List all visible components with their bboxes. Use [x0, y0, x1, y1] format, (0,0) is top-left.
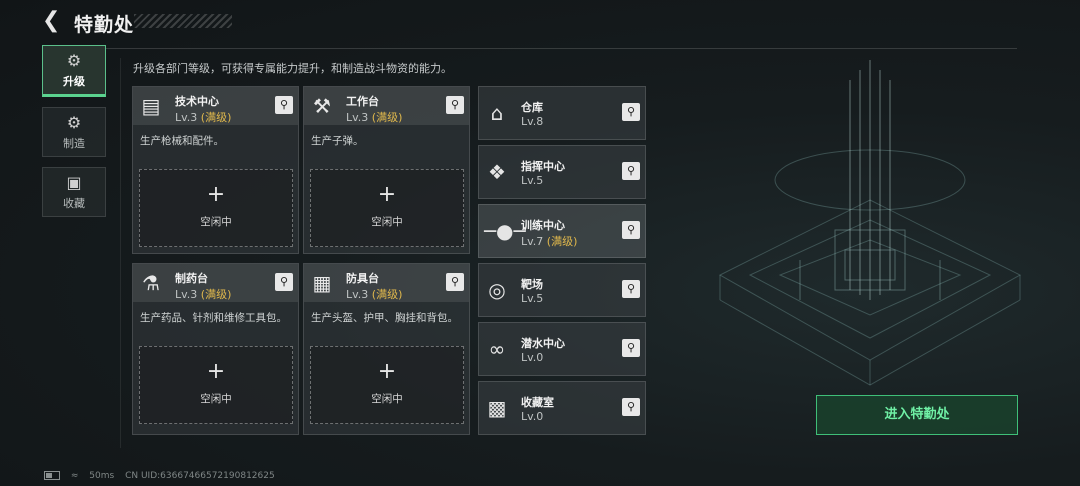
- goggles-icon: ∞: [488, 337, 506, 361]
- nav-item-collection[interactable]: ▣ 收藏: [42, 167, 106, 217]
- facility-card-diving[interactable]: ∞ 潜水中心 Lv.0 ⚲: [478, 322, 646, 376]
- target-icon: ◎: [488, 278, 506, 302]
- card-header: ▤ 技术中心 Lv.3 (满级) ⚲: [133, 87, 298, 125]
- card-level: Lv.3 (满级): [175, 288, 232, 301]
- nav-item-upgrade[interactable]: ⚙ 升级: [42, 45, 106, 97]
- card-description: 生产子弹。: [311, 135, 364, 147]
- production-slot[interactable]: + 空闲中: [310, 346, 464, 424]
- facility-name: 收藏室: [521, 396, 554, 409]
- back-arrow-icon[interactable]: ❮: [42, 10, 64, 32]
- boxes-icon: ▦: [312, 271, 332, 295]
- search-icon[interactable]: ⚲: [622, 280, 640, 298]
- slot-status: 空闲中: [200, 393, 232, 405]
- display-case-icon: ▩: [487, 396, 507, 420]
- facility-name: 训练中心: [521, 219, 565, 232]
- header: ❮ 特勤处: [0, 0, 1080, 42]
- facility-card-warehouse[interactable]: ⌂ 仓库 Lv.8 ⚲: [478, 86, 646, 140]
- production-slot[interactable]: + 空闲中: [139, 346, 293, 424]
- card-name: 工作台: [346, 95, 379, 108]
- department-card-armor: ▦ 防具台 Lv.3 (满级) ⚲ 生产头盔、护甲、胸挂和背包。 + 空闲中: [303, 263, 470, 435]
- facility-name: 靶场: [521, 278, 543, 291]
- facility-card-command[interactable]: ❖ 指挥中心 Lv.5 ⚲: [478, 145, 646, 199]
- search-icon[interactable]: ⚲: [622, 339, 640, 357]
- search-icon[interactable]: ⚲: [446, 96, 464, 114]
- department-card-pharmacy: ⚗ 制药台 Lv.3 (满级) ⚲ 生产药品、针剂和维修工具包。 + 空闲中: [132, 263, 299, 435]
- chip-icon: ❖: [488, 160, 506, 184]
- facility-card-training[interactable]: ─●─ 训练中心 Lv.7 (满级) ⚲: [478, 204, 646, 258]
- monitor-icon: ▤: [141, 94, 161, 118]
- card-description: 生产头盔、护甲、胸挂和背包。: [311, 312, 458, 324]
- nav-label: 升级: [63, 74, 85, 88]
- facility-name: 潜水中心: [521, 337, 565, 350]
- search-icon[interactable]: ⚲: [275, 273, 293, 291]
- nav-label: 制造: [63, 136, 85, 150]
- nav-label: 收藏: [63, 196, 85, 210]
- base-hologram-illustration: [718, 60, 1022, 386]
- facility-level: Lv.0: [521, 351, 544, 364]
- enter-base-button[interactable]: 进入特勤处: [816, 395, 1018, 435]
- plus-icon: +: [206, 359, 226, 384]
- warehouse-icon: ⌂: [490, 101, 504, 125]
- nav-divider: [120, 58, 121, 448]
- slot-status: 空闲中: [200, 216, 232, 228]
- battery-icon: [44, 471, 60, 480]
- user-uid: CN UID:6366746657219081262​5: [125, 471, 275, 481]
- card-header: ▦ 防具台 Lv.3 (满级) ⚲: [304, 264, 469, 302]
- production-slot[interactable]: + 空闲中: [139, 169, 293, 247]
- nav-item-craft[interactable]: ⚙ 制造: [42, 107, 106, 157]
- card-name: 防具台: [346, 272, 379, 285]
- card-level: Lv.3 (满级): [346, 111, 403, 124]
- facility-level: Lv.5: [521, 292, 544, 305]
- status-footer: ≈ 50ms CN UID:6366746657219081262​5: [44, 471, 283, 481]
- facility-level: Lv.7 (满级): [521, 235, 578, 248]
- tools-icon: ⚒: [313, 94, 331, 118]
- search-icon[interactable]: ⚲: [622, 162, 640, 180]
- plus-icon: +: [377, 182, 397, 207]
- dumbbell-icon: ─●─: [484, 219, 526, 243]
- title-decoration: [134, 14, 232, 28]
- card-description: 生产枪械和配件。: [140, 135, 224, 147]
- description: 升级各部门等级，可获得专属能力提升，和制造战斗物资的能力。: [133, 62, 452, 75]
- header-divider: [42, 48, 1017, 49]
- department-card-tech: ▤ 技术中心 Lv.3 (满级) ⚲ 生产枪械和配件。 + 空闲中: [132, 86, 299, 254]
- search-icon[interactable]: ⚲: [622, 221, 640, 239]
- card-header: ⚒ 工作台 Lv.3 (满级) ⚲: [304, 87, 469, 125]
- gears-icon: ⚙: [66, 112, 82, 132]
- search-icon[interactable]: ⚲: [275, 96, 293, 114]
- facility-level: Lv.5: [521, 174, 544, 187]
- slot-status: 空闲中: [371, 393, 403, 405]
- card-name: 制药台: [175, 272, 208, 285]
- facility-level: Lv.0: [521, 410, 544, 423]
- card-level: Lv.3 (满级): [175, 111, 232, 124]
- card-level: Lv.3 (满级): [346, 288, 403, 301]
- card-name: 技术中心: [175, 95, 219, 108]
- search-icon[interactable]: ⚲: [622, 398, 640, 416]
- facility-name: 仓库: [521, 101, 543, 114]
- collection-icon: ▣: [66, 172, 82, 192]
- wifi-icon: ≈: [70, 471, 79, 481]
- department-card-workbench: ⚒ 工作台 Lv.3 (满级) ⚲ 生产子弹。 + 空闲中: [303, 86, 470, 254]
- plus-icon: +: [206, 182, 226, 207]
- production-slot[interactable]: + 空闲中: [310, 169, 464, 247]
- facility-card-collection-room[interactable]: ▩ 收藏室 Lv.0 ⚲: [478, 381, 646, 435]
- side-nav: ⚙ 升级 ⚙ 制造 ▣ 收藏: [42, 45, 106, 227]
- slot-status: 空闲中: [371, 216, 403, 228]
- upgrade-icon: ⚙: [66, 50, 82, 70]
- search-icon[interactable]: ⚲: [446, 273, 464, 291]
- facility-level: Lv.8: [521, 115, 544, 128]
- ping-value: 50ms: [89, 471, 115, 481]
- facility-card-range[interactable]: ◎ 靶场 Lv.5 ⚲: [478, 263, 646, 317]
- facility-name: 指挥中心: [521, 160, 565, 173]
- page-title: 特勤处: [74, 14, 135, 36]
- card-description: 生产药品、针剂和维修工具包。: [140, 312, 287, 324]
- microscope-icon: ⚗: [142, 271, 160, 295]
- plus-icon: +: [377, 359, 397, 384]
- search-icon[interactable]: ⚲: [622, 103, 640, 121]
- card-header: ⚗ 制药台 Lv.3 (满级) ⚲: [133, 264, 298, 302]
